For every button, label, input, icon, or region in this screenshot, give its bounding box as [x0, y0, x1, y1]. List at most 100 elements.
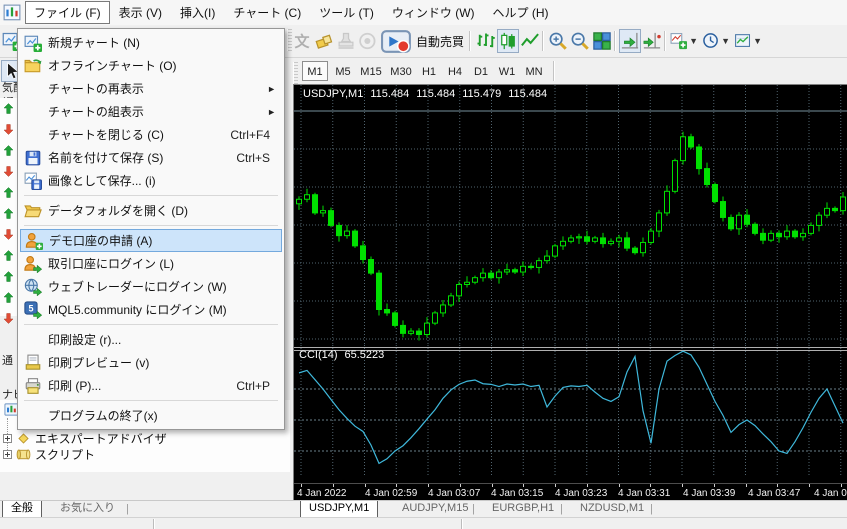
timeframe-w1-button[interactable]: W1	[495, 61, 519, 81]
chart-tab-2[interactable]: AUDJPY,M15	[394, 501, 476, 516]
timeframe-m5-button[interactable]: M5	[331, 61, 355, 81]
file-menu-item-20[interactable]: プログラムの終了(x)	[20, 404, 282, 427]
text-label-button[interactable]: 文	[291, 29, 313, 53]
time-label: 4 Jan 03:31	[618, 488, 671, 499]
candle	[432, 312, 438, 324]
candle	[312, 194, 318, 214]
toolbar-separator	[553, 61, 555, 81]
time-label: 4 Jan 03:39	[683, 488, 736, 499]
chart-tab-4[interactable]: NZDUSD,M1	[572, 501, 652, 516]
menu-shortcut: Ctrl+F4	[230, 127, 270, 142]
tree-expand-icon[interactable]	[3, 433, 12, 443]
candlestick-chart[interactable]	[294, 85, 847, 345]
file-menu-item-3[interactable]: チャートの再表示 ►	[20, 77, 282, 100]
zoom-out-button[interactable]	[569, 29, 591, 53]
navigator-item-2[interactable]: スクリプト	[3, 446, 283, 462]
time-tick	[491, 484, 493, 487]
candle	[656, 212, 662, 232]
menubar-item-2[interactable]: 表示 (V)	[110, 1, 171, 24]
menu-item-label: 印刷 (P)...	[48, 379, 102, 393]
timeframe-h4-button[interactable]: H4	[443, 61, 467, 81]
file-menu-item-6[interactable]: 名前を付けて保存 (S) Ctrl+S	[20, 146, 282, 169]
candle	[384, 309, 390, 314]
price-tick-down-icon	[3, 229, 14, 240]
file-menu-item-13[interactable]: ウェブトレーダーにログイン (W)	[20, 275, 282, 298]
zoom-in-button[interactable]	[547, 29, 569, 53]
templates-button[interactable]: ▼	[733, 29, 763, 53]
candle	[520, 265, 526, 273]
autotrade-icon	[380, 25, 413, 58]
toolbox-tab-1[interactable]: 全般	[2, 501, 42, 518]
no-icon	[24, 407, 42, 425]
file-menu-item-9[interactable]: データフォルダを開く (D)	[20, 199, 282, 222]
menubar-item-5[interactable]: ツール (T)	[310, 1, 383, 24]
periods-button[interactable]: ▼	[701, 29, 731, 53]
menubar-item-3[interactable]: 挿入(I)	[171, 1, 224, 24]
menubar-item-7[interactable]: ヘルプ (H)	[484, 1, 558, 24]
dropdown-caret-icon[interactable]: ▼	[721, 36, 730, 46]
file-menu-item-1[interactable]: 新規チャート (N)	[20, 31, 282, 54]
chart-open: 115.484	[370, 88, 410, 100]
time-tick	[459, 484, 461, 487]
market-watch-title: 気配	[2, 82, 17, 94]
timeframe-m30-button[interactable]: M30	[387, 61, 415, 81]
timeframe-mn-button[interactable]: MN	[521, 61, 547, 81]
market-watch-tab[interactable]: 通	[2, 352, 17, 368]
file-menu-item-5[interactable]: チャートを閉じる (C) Ctrl+F4	[20, 123, 282, 146]
toolbox-tab-2[interactable]: お気に入り	[52, 501, 123, 516]
timeframe-h1-button[interactable]: H1	[417, 61, 441, 81]
print-preview-icon	[24, 354, 42, 372]
candle-chart-mode-button[interactable]	[497, 29, 519, 53]
chart-ohlc-header: USDJPY,M1 115.484 115.484 115.479 115.484	[303, 88, 554, 100]
tile-windows-button[interactable]	[591, 29, 613, 53]
indicators-list-button[interactable]: ▼	[669, 29, 699, 53]
web-login-icon	[24, 278, 42, 296]
file-menu-item-12[interactable]: 取引口座にログイン (L)	[20, 252, 282, 275]
auto-scroll-button[interactable]	[619, 29, 641, 53]
chart-tab-3[interactable]: EURGBP,H1	[484, 501, 562, 516]
folder-open-icon	[24, 202, 42, 220]
candle	[488, 272, 494, 279]
no-icon	[24, 103, 42, 121]
time-label: 4 Jan 2022	[297, 488, 347, 499]
line-chart-mode-button[interactable]	[519, 29, 541, 53]
news-button[interactable]	[357, 29, 379, 53]
file-menu-item-14[interactable]: 5 MQL5.community にログイン (M)	[20, 298, 282, 321]
navigator-item-1[interactable]: エキスパートアドバイザ	[3, 430, 283, 446]
candle	[456, 284, 462, 297]
file-menu-item-2[interactable]: オフラインチャート (O)	[20, 54, 282, 77]
tab-divider: |	[560, 503, 563, 515]
menubar-item-4[interactable]: チャート (C)	[224, 1, 310, 24]
chart-window[interactable]: USDJPY,M1 115.484 115.484 115.479 115.484 CC…	[293, 84, 847, 502]
chart-new-icon	[24, 34, 42, 52]
print-preview-icon	[24, 354, 42, 372]
bar-chart-mode-button[interactable]	[475, 29, 497, 53]
tree-expand-icon[interactable]	[3, 449, 12, 459]
file-menu-item-4[interactable]: チャートの組表示 ►	[20, 100, 282, 123]
timeframe-m15-button[interactable]: M15	[357, 61, 385, 81]
time-tick	[840, 484, 842, 487]
dropdown-caret-icon[interactable]: ▼	[689, 36, 698, 46]
file-menu-item-7[interactable]: 画像として保存... (i)	[20, 169, 282, 192]
file-menu-item-16[interactable]: 印刷設定 (r)...	[20, 328, 282, 351]
dropdown-caret-icon[interactable]: ▼	[753, 36, 762, 46]
file-menu-item-18[interactable]: 印刷 (P)... Ctrl+P	[20, 374, 282, 397]
menu-item-label: MQL5.community にログイン (M)	[48, 303, 227, 317]
app-icon	[3, 4, 21, 22]
toolbar-grip[interactable]	[293, 62, 298, 84]
autotrade-button[interactable]: 自動売買	[379, 29, 465, 53]
submenu-arrow-icon: ►	[267, 106, 276, 117]
order-stamp-button[interactable]	[335, 29, 357, 53]
menubar-item-1[interactable]: ファイル (F)	[25, 1, 110, 24]
file-menu-item-11[interactable]: デモ口座の申請 (A)	[20, 229, 282, 252]
candle	[840, 196, 846, 212]
chart-shift-button[interactable]	[641, 29, 663, 53]
candle	[424, 322, 430, 336]
cci-indicator-chart[interactable]	[294, 345, 847, 475]
timeframe-d1-button[interactable]: D1	[469, 61, 493, 81]
delete-object-button[interactable]	[313, 29, 335, 53]
menubar-item-6[interactable]: ウィンドウ (W)	[383, 1, 484, 24]
file-menu-item-17[interactable]: 印刷プレビュー (v)	[20, 351, 282, 374]
chart-tab-1[interactable]: USDJPY,M1	[300, 501, 379, 518]
timeframe-m1-button[interactable]: M1	[302, 61, 328, 81]
